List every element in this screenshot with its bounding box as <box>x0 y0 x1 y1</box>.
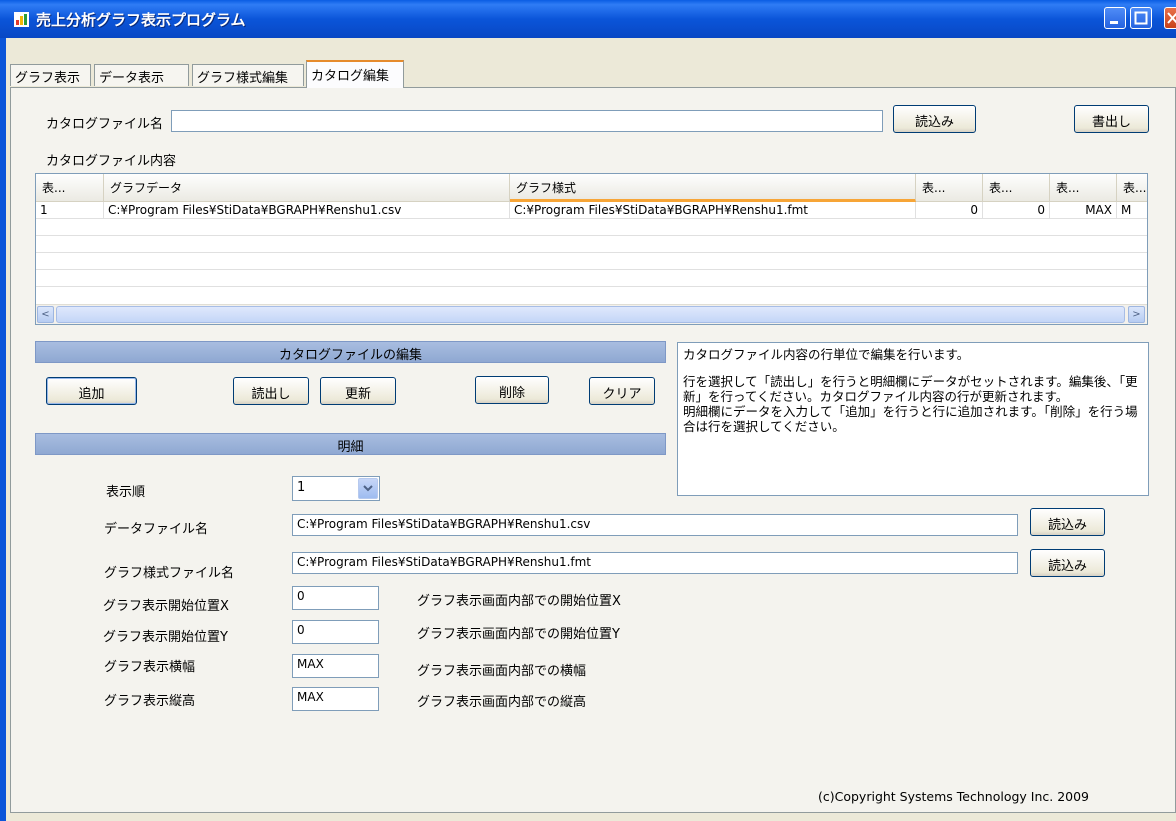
display-order-label: 表示順 <box>106 485 146 500</box>
catalog-load-button[interactable]: 読込み <box>893 105 976 133</box>
grid-empty-row <box>36 270 1147 287</box>
grid-header-col6[interactable]: 表... <box>1050 174 1117 202</box>
info-line-3: 明細欄にデータを入力して「追加」を行うと行に追加されます。「削除」を行う場合は行… <box>683 404 1138 434</box>
start-x-label: グラフ表示開始位置X <box>103 599 229 614</box>
style-file-load-button[interactable]: 読込み <box>1030 549 1105 577</box>
minimize-button[interactable] <box>1104 7 1126 29</box>
grid-cell[interactable]: C:¥Program Files¥StiData¥BGRAPH¥Renshu1.… <box>104 202 510 219</box>
scroll-right-arrow-icon[interactable]: > <box>1128 306 1145 323</box>
start-y-label: グラフ表示開始位置Y <box>103 630 228 645</box>
detail-section-header: 明細 <box>35 433 666 455</box>
width-label: グラフ表示横幅 <box>104 660 196 675</box>
tab-graph-style-edit[interactable]: グラフ様式編集 <box>192 64 304 86</box>
tab-data-display[interactable]: データ表示 <box>94 64 189 86</box>
window-left-border <box>0 38 6 821</box>
start-y-input[interactable]: 0 <box>292 620 379 644</box>
chevron-down-icon <box>363 485 373 492</box>
catalog-export-button[interactable]: 書出し <box>1074 105 1149 133</box>
edit-section-header: カタログファイルの編集 <box>35 341 666 363</box>
height-input[interactable]: MAX <box>292 687 379 711</box>
info-line-2: 行を選択して「読出し」を行うと明細欄にデータがセットされます。編集後、「更新」を… <box>683 374 1138 404</box>
add-button[interactable]: 追加 <box>46 377 137 405</box>
app-icon <box>14 12 29 27</box>
info-line-1: カタログファイル内容の行単位で編集を行います。 <box>683 347 970 362</box>
clear-button[interactable]: クリア <box>589 377 655 405</box>
data-file-label: データファイル名 <box>104 522 209 537</box>
dropdown-button[interactable] <box>358 478 378 499</box>
grid-horizontal-scrollbar[interactable]: < > <box>36 304 1147 324</box>
tab-catalog-edit[interactable]: カタログ編集 <box>306 60 404 88</box>
data-file-input[interactable]: C:¥Program Files¥StiData¥BGRAPH¥Renshu1.… <box>292 514 1018 536</box>
title-bar: 売上分析グラフ表示プログラム <box>0 0 1176 38</box>
grid-cell[interactable]: C:¥Program Files¥StiData¥BGRAPH¥Renshu1.… <box>510 202 916 219</box>
style-file-input[interactable]: C:¥Program Files¥StiData¥BGRAPH¥Renshu1.… <box>292 552 1018 574</box>
style-file-label: グラフ様式ファイル名 <box>104 566 235 581</box>
info-textbox: カタログファイル内容の行単位で編集を行います。 行を選択して「読出し」を行うと明… <box>677 342 1149 496</box>
grid-header-graph-data[interactable]: グラフデータ <box>104 174 510 202</box>
grid-cell[interactable]: 0 <box>916 202 983 219</box>
grid-empty-row <box>36 236 1147 253</box>
grid-empty-row <box>36 219 1147 236</box>
close-button[interactable] <box>1164 7 1176 29</box>
data-file-load-button[interactable]: 読込み <box>1030 508 1105 536</box>
maximize-icon <box>1134 11 1148 25</box>
delete-button[interactable]: 削除 <box>475 376 549 404</box>
copyright-text: (c)Copyright Systems Technology Inc. 200… <box>818 789 1090 804</box>
grid-cell[interactable]: MAX <box>1050 202 1117 219</box>
catalog-contents-label: カタログファイル内容 <box>46 154 177 169</box>
height-hint: グラフ表示画面内部での縦高 <box>417 695 587 710</box>
catalog-file-label: カタログファイル名 <box>46 117 164 132</box>
start-y-hint: グラフ表示画面内部での開始位置Y <box>417 627 620 642</box>
window-title: 売上分析グラフ表示プログラム <box>36 11 246 29</box>
minimize-icon <box>1110 21 1118 24</box>
catalog-file-input[interactable] <box>171 110 883 132</box>
width-input[interactable]: MAX <box>292 654 379 678</box>
grid-header-col4[interactable]: 表... <box>916 174 983 202</box>
tab-graph-display[interactable]: グラフ表示 <box>10 64 91 86</box>
display-order-select[interactable]: 1 <box>292 476 380 501</box>
grid-empty-row <box>36 253 1147 270</box>
width-hint: グラフ表示画面内部での横幅 <box>417 664 587 679</box>
grid-header-col5[interactable]: 表... <box>983 174 1050 202</box>
start-x-input[interactable]: 0 <box>292 586 379 610</box>
height-label: グラフ表示縦高 <box>104 694 196 709</box>
scroll-left-arrow-icon[interactable]: < <box>37 306 54 323</box>
start-x-hint: グラフ表示画面内部での開始位置X <box>417 594 621 609</box>
grid-empty-row <box>36 287 1147 305</box>
catalog-grid[interactable]: 表... グラフデータ グラフ様式 表... 表... 表... 表... 1 … <box>35 173 1148 325</box>
grid-header-graph-style[interactable]: グラフ様式 <box>510 174 916 202</box>
grid-header-col7[interactable]: 表... <box>1117 174 1147 202</box>
grid-header-order[interactable]: 表... <box>36 174 104 202</box>
display-order-value: 1 <box>297 480 306 495</box>
grid-cell[interactable]: M <box>1117 202 1147 219</box>
grid-cell[interactable]: 1 <box>36 202 104 219</box>
scroll-thumb[interactable] <box>56 306 1125 323</box>
close-icon <box>1167 12 1176 24</box>
maximize-button[interactable] <box>1130 7 1152 29</box>
grid-cell[interactable]: 0 <box>983 202 1050 219</box>
read-button[interactable]: 読出し <box>233 377 309 405</box>
update-button[interactable]: 更新 <box>320 377 396 405</box>
